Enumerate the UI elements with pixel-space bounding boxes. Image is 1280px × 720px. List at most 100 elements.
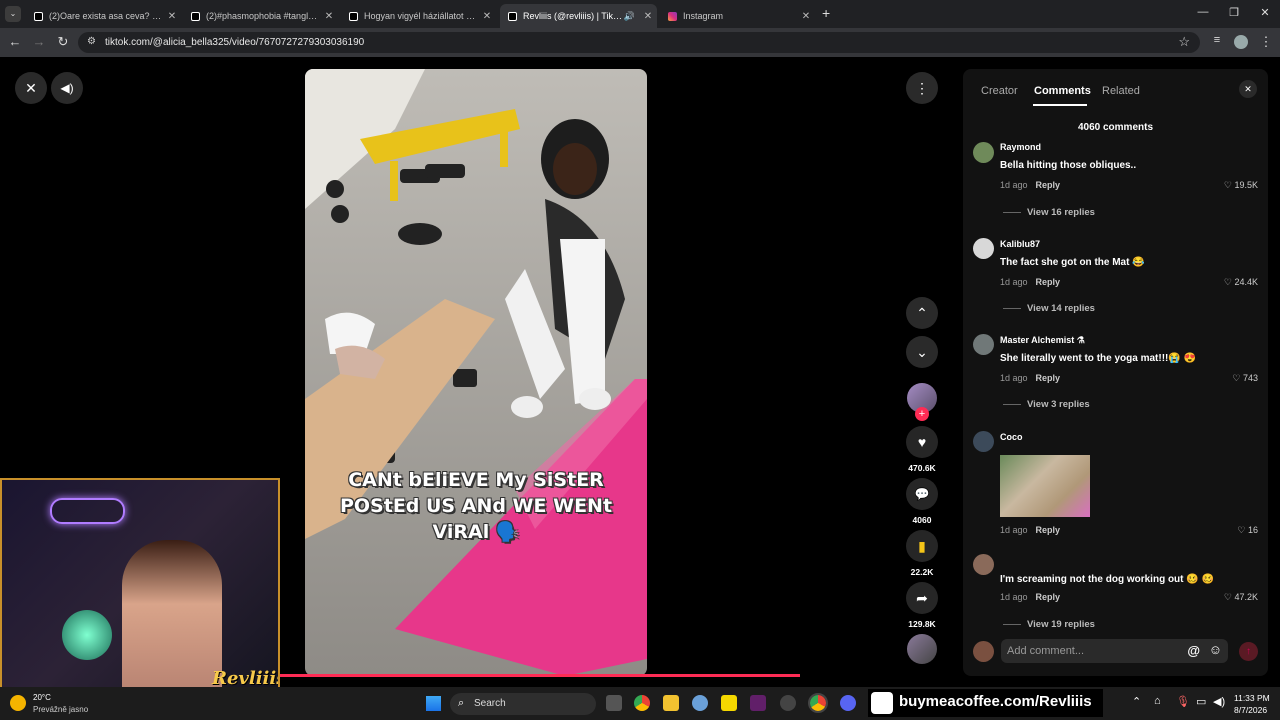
next-video-button[interactable]: ⌄ [906, 336, 938, 368]
slack-icon[interactable] [750, 695, 766, 711]
view-replies-button[interactable]: View 14 replies [1003, 303, 1095, 314]
browser-tab-4[interactable]: Revliiis (@revliiis) | TikTok 🔊 ✕ [500, 4, 657, 28]
reply-button[interactable]: Reply [1036, 592, 1061, 602]
streamer-webcam-overlay: Revliiis [0, 478, 280, 692]
new-tab-button[interactable]: + [822, 5, 830, 21]
comment-like-count[interactable]: ♡ 743 [1232, 373, 1258, 384]
save-button[interactable]: ▮ [906, 530, 938, 562]
view-replies-button[interactable]: View 19 replies [1003, 619, 1095, 630]
close-icon[interactable]: ✕ [163, 11, 181, 22]
tab-search-dropdown-icon[interactable]: ⌄ [5, 6, 21, 22]
share-arrow-icon: ➦ [916, 589, 928, 606]
reload-icon[interactable]: ↻ [54, 34, 72, 50]
avatar[interactable] [973, 554, 994, 575]
like-button[interactable]: ♥ [906, 426, 938, 458]
avatar[interactable] [973, 142, 994, 163]
mention-icon[interactable]: @ [1187, 643, 1200, 658]
file-explorer-icon[interactable] [663, 695, 679, 711]
close-panel-button[interactable]: ✕ [1239, 80, 1257, 98]
browser-tab-5[interactable]: Instagram ✕ [660, 4, 815, 28]
address-bar-row: ← → ↻ ⚙ tiktok.com/@alicia_bella325/vide… [0, 28, 1280, 57]
tab-related[interactable]: Related [1102, 85, 1140, 97]
video-progress-bar[interactable] [280, 674, 800, 677]
like-count: 470.6K [908, 463, 936, 473]
comment-like-count[interactable]: ♡ 16 [1237, 525, 1258, 536]
clock-date[interactable]: 8/7/2026 [1234, 705, 1267, 715]
avatar[interactable] [973, 334, 994, 355]
chrome-icon[interactable] [634, 695, 650, 711]
add-comment-input[interactable]: Add comment... @ ☺ [1001, 639, 1228, 663]
weather-icon[interactable] [10, 695, 26, 711]
tab-comments[interactable]: Comments [1034, 85, 1091, 97]
more-options-button[interactable]: ⋮ [906, 72, 938, 104]
close-icon[interactable]: ✕ [639, 11, 657, 22]
url-text[interactable]: tiktok.com/@alicia_bella325/video/767072… [105, 37, 364, 48]
task-view-icon[interactable] [606, 695, 622, 711]
music-disc-icon[interactable] [907, 634, 937, 664]
windows-start-icon[interactable] [426, 696, 441, 711]
comment-image[interactable] [1000, 455, 1090, 517]
chrome-icon[interactable] [808, 693, 828, 713]
close-icon[interactable]: ✕ [320, 11, 338, 22]
minimize-icon[interactable]: — [1193, 6, 1213, 18]
tray-chevron-icon[interactable]: ⌃ [1132, 695, 1141, 708]
app-icon[interactable] [780, 695, 796, 711]
microphone-icon[interactable]: 🎙 [1176, 695, 1190, 708]
follow-plus-icon[interactable]: + [915, 407, 929, 421]
browser-tab-3[interactable]: Hogyan vigyél háziállatot buli b ✕ [341, 4, 496, 28]
previous-video-button[interactable]: ⌃ [906, 297, 938, 329]
comment-username[interactable]: Kaliblu87 [1000, 239, 1040, 249]
heart-icon: ♥ [917, 434, 927, 450]
comment-button[interactable]: 💬 [906, 478, 938, 510]
tab-creator[interactable]: Creator [981, 85, 1018, 97]
comment-username[interactable]: Raymond [1000, 142, 1041, 152]
speaker-icon[interactable]: 🔊 [624, 11, 635, 22]
video-player[interactable]: CANt bEliEVE My SiStER POStEd US ANd WE … [305, 69, 647, 676]
display-icon[interactable]: ▭ [1196, 695, 1206, 708]
forward-arrow-icon[interactable]: → [30, 34, 48, 49]
reply-button[interactable]: Reply [1036, 525, 1061, 535]
comment-like-count[interactable]: ♡ 19.5K [1224, 180, 1258, 191]
reply-button[interactable]: Reply [1036, 277, 1061, 287]
emoji-icon[interactable]: ☺ [1209, 642, 1222, 657]
browser-tab-1[interactable]: (2)Oare exista asa ceva? 😱😱😱 ✕ [26, 4, 181, 28]
network-icon[interactable]: ⌂ [1154, 695, 1161, 707]
back-arrow-icon[interactable]: ← [6, 34, 24, 49]
post-comment-button[interactable]: ↑ [1239, 642, 1258, 661]
view-replies-button[interactable]: View 3 replies [1003, 399, 1090, 410]
bookmark-star-icon[interactable]: ☆ [1178, 34, 1190, 50]
clock-time[interactable]: 11:33 PM [1234, 693, 1270, 703]
site-info-icon[interactable]: ⚙ [87, 36, 96, 47]
settings-icon[interactable] [692, 695, 708, 711]
comment-username[interactable]: Coco [1000, 432, 1023, 442]
view-replies-button[interactable]: View 16 replies [1003, 207, 1095, 218]
browser-menu-icon[interactable]: ⋮ [1257, 34, 1275, 50]
comment-time: 1d ago [1000, 525, 1028, 535]
profile-avatar[interactable] [1234, 35, 1248, 49]
comment-meta: 1d ago Reply [1000, 525, 1060, 535]
comment-username[interactable]: Master Alchemist ⚗ [1000, 335, 1085, 346]
like-count: 24.4K [1234, 277, 1258, 287]
window-close-icon[interactable]: ✕ [1255, 6, 1275, 19]
comment-like-count[interactable]: ♡ 24.4K [1224, 277, 1258, 288]
avatar[interactable] [973, 431, 994, 452]
share-button[interactable]: ➦ [906, 582, 938, 614]
sticky-notes-icon[interactable] [721, 695, 737, 711]
taskbar-search[interactable]: ⌕ Search [450, 693, 596, 715]
discord-icon[interactable] [840, 695, 856, 711]
omnibox[interactable]: ⚙ tiktok.com/@alicia_bella325/video/7670… [78, 32, 1200, 53]
close-icon[interactable]: ✕ [478, 11, 496, 22]
browser-tab-2[interactable]: (2)#phasmophobia #tanglewood ✕ [183, 4, 338, 28]
close-video-button[interactable]: ✕ [15, 72, 47, 104]
active-tab-underline [1033, 104, 1087, 106]
restore-icon[interactable]: ❐ [1224, 6, 1244, 19]
media-controls-icon[interactable]: ≡ [1208, 34, 1226, 46]
reply-button[interactable]: Reply [1036, 373, 1061, 383]
mute-button[interactable]: ◀) [51, 72, 83, 104]
avatar[interactable] [973, 238, 994, 259]
reply-button[interactable]: Reply [1036, 180, 1061, 190]
volume-icon[interactable]: ◀) [1213, 695, 1225, 708]
comment-like-count[interactable]: ♡ 47.2K [1224, 592, 1258, 603]
close-icon[interactable]: ✕ [797, 11, 815, 22]
weather-temp[interactable]: 20°C [33, 693, 51, 702]
